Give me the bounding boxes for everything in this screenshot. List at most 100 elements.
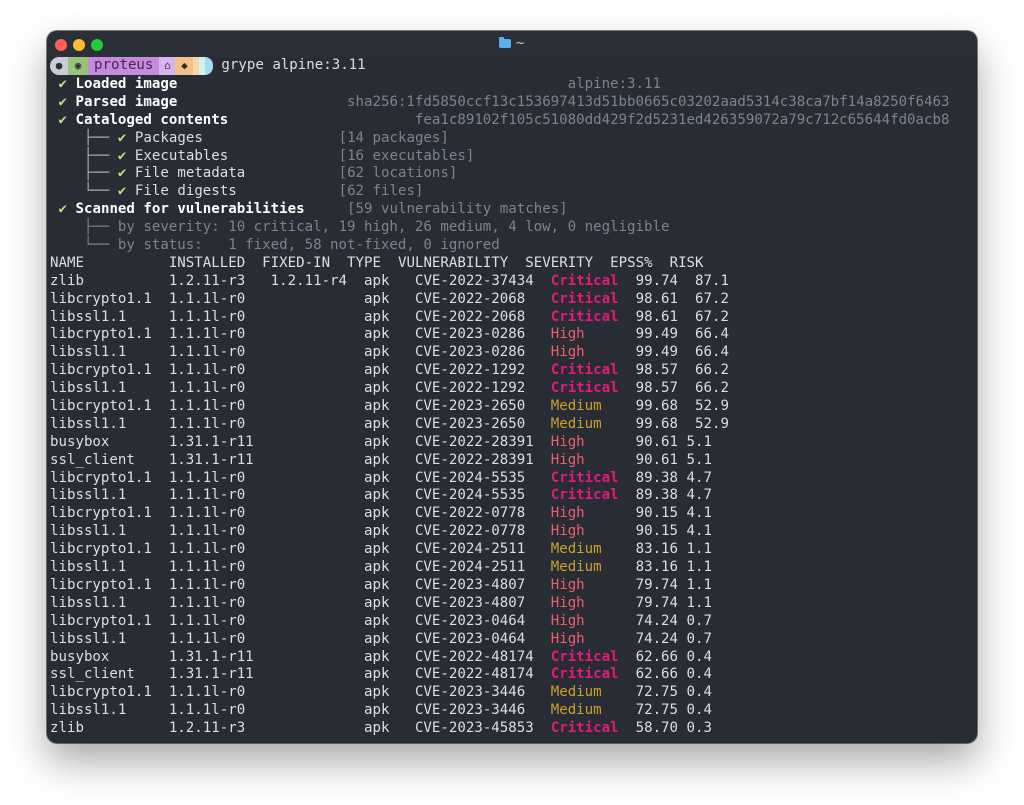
cell-risk-score: 4.7 <box>686 487 712 504</box>
table-row: libssl1.1 1.1.1l-r0 apk CVE-2022-0778 Hi… <box>50 523 974 541</box>
cell-package-type: apk <box>364 594 390 611</box>
cell-installed-version: 1.1.1l-r0 <box>168 594 246 611</box>
cell-severity: Critical <box>550 380 619 397</box>
home-icon: ⌂ <box>159 57 176 75</box>
window-title: ~ <box>47 36 977 50</box>
title-bar: ~ <box>47 31 977 57</box>
cell-risk-score: 67.2 <box>695 290 729 307</box>
cell-severity: Medium <box>550 559 602 576</box>
cell-vulnerability-id: CVE-2023-4807 <box>414 576 526 593</box>
cell-package-name: libcrypto1.1 <box>50 541 152 558</box>
cell-vulnerability-id: CVE-2022-2068 <box>414 308 526 325</box>
cell-epss-score: 90.15 <box>635 523 679 540</box>
table-header: NAME INSTALLED FIXED-IN TYPE VULNERABILI… <box>50 254 704 271</box>
cell-package-type: apk <box>364 451 390 468</box>
cell-package-type: apk <box>364 523 390 540</box>
cell-epss-score: 74.24 <box>635 630 679 647</box>
cell-package-type: apk <box>364 344 390 361</box>
cell-package-type: apk <box>364 630 390 647</box>
cell-package-name: busybox <box>50 433 110 450</box>
cell-installed-version: 1.31.1-r11 <box>168 666 254 683</box>
cell-package-name: libssl1.1 <box>50 487 127 504</box>
cell-installed-version: 1.1.1l-r0 <box>168 559 246 576</box>
table-row: libssl1.1 1.1.1l-r0 apk CVE-2022-1292 Cr… <box>50 380 974 398</box>
cell-package-type: apk <box>364 720 390 737</box>
table-row: libcrypto1.1 1.1.1l-r0 apk CVE-2022-1292… <box>50 362 974 380</box>
cell-risk-score: 1.1 <box>686 594 712 611</box>
cell-package-name: busybox <box>50 648 110 665</box>
status-sub-executables: ├── ✔ Executables [16 executables] <box>83 147 475 164</box>
cell-severity: Critical <box>550 469 619 486</box>
cell-installed-version: 1.1.1l-r0 <box>168 290 246 307</box>
cell-vulnerability-id: CVE-2023-3446 <box>414 684 526 701</box>
cell-vulnerability-id: CVE-2024-2511 <box>414 559 526 576</box>
cell-epss-score: 89.38 <box>635 487 679 504</box>
cell-severity: Critical <box>550 720 619 737</box>
cell-installed-version: 1.31.1-r11 <box>168 451 254 468</box>
cell-epss-score: 90.61 <box>635 433 679 450</box>
cell-package-name: libcrypto1.1 <box>50 290 152 307</box>
table-row: libcrypto1.1 1.1.1l-r0 apk CVE-2023-4807… <box>50 577 974 595</box>
cell-risk-score: 66.4 <box>695 344 729 361</box>
table-row: libcrypto1.1 1.1.1l-r0 apk CVE-2023-3446… <box>50 684 974 702</box>
cell-vulnerability-id: CVE-2022-0778 <box>414 505 526 522</box>
cell-installed-version: 1.1.1l-r0 <box>168 469 246 486</box>
cell-risk-score: 4.1 <box>686 505 712 522</box>
cell-epss-score: 79.74 <box>635 594 679 611</box>
cell-severity: High <box>550 433 585 450</box>
cell-installed-version: 1.1.1l-r0 <box>168 308 246 325</box>
cell-risk-score: 0.7 <box>686 612 712 629</box>
cell-installed-version: 1.1.1l-r0 <box>168 326 246 343</box>
cell-package-type: apk <box>364 559 390 576</box>
apple-icon: ● <box>50 57 68 75</box>
cell-package-name: libcrypto1.1 <box>50 684 152 701</box>
cell-vulnerability-id: CVE-2024-2511 <box>414 541 526 558</box>
cell-epss-score: 99.49 <box>635 326 679 343</box>
cell-installed-version: 1.1.1l-r0 <box>168 541 246 558</box>
cell-package-type: apk <box>364 469 390 486</box>
cell-installed-version: 1.1.1l-r0 <box>168 380 246 397</box>
cell-risk-score: 5.1 <box>686 433 712 450</box>
table-row: libcrypto1.1 1.1.1l-r0 apk CVE-2023-2650… <box>50 398 974 416</box>
cell-vulnerability-id: CVE-2022-28391 <box>414 433 534 450</box>
cell-risk-score: 0.3 <box>686 720 712 737</box>
cell-package-type: apk <box>364 648 390 665</box>
cell-risk-score: 66.4 <box>695 326 729 343</box>
cell-package-name: libssl1.1 <box>50 344 127 361</box>
table-row: libssl1.1 1.1.1l-r0 apk CVE-2023-3446 Me… <box>50 702 974 720</box>
cell-installed-version: 1.1.1l-r0 <box>168 415 246 432</box>
cell-risk-score: 0.4 <box>686 702 712 719</box>
cell-package-type: apk <box>364 290 390 307</box>
table-row: libcrypto1.1 1.1.1l-r0 apk CVE-2024-2511… <box>50 541 974 559</box>
cell-vulnerability-id: CVE-2022-2068 <box>414 290 526 307</box>
table-row: libssl1.1 1.1.1l-r0 apk CVE-2022-2068 Cr… <box>50 309 974 327</box>
git-icon: ◆ <box>175 57 194 75</box>
cell-risk-score: 66.2 <box>695 380 729 397</box>
cell-vulnerability-id: CVE-2022-37434 <box>414 272 534 289</box>
cell-vulnerability-id: CVE-2022-48174 <box>414 648 534 665</box>
cell-epss-score: 83.16 <box>635 541 679 558</box>
cell-package-type: apk <box>364 308 390 325</box>
table-row: libcrypto1.1 1.1.1l-r0 apk CVE-2023-0464… <box>50 613 974 631</box>
cell-fixed-in-version: 1.2.11-r4 <box>270 272 348 289</box>
table-row: libssl1.1 1.1.1l-r0 apk CVE-2023-0286 Hi… <box>50 344 974 362</box>
cell-severity: Critical <box>550 666 619 683</box>
cell-epss-score: 79.74 <box>635 576 679 593</box>
cell-risk-score: 52.9 <box>695 398 729 415</box>
cell-installed-version: 1.1.1l-r0 <box>168 576 246 593</box>
table-row: busybox 1.31.1-r11 apk CVE-2022-48174 Cr… <box>50 649 974 667</box>
check-icon: ✔ <box>58 76 68 92</box>
cell-risk-score: 5.1 <box>686 451 712 468</box>
branch-icon: ◉ <box>68 57 88 75</box>
prompt-host: proteus <box>88 57 160 75</box>
cell-vulnerability-id: CVE-2023-0286 <box>414 344 526 361</box>
cell-package-type: apk <box>364 576 390 593</box>
cell-risk-score: 87.1 <box>695 272 729 289</box>
cell-package-name: libcrypto1.1 <box>50 362 152 379</box>
terminal-window[interactable]: ~ ● ◉ proteus ⌂ ◆ grype alpine:3.11 ✔ Loaded… <box>47 31 977 743</box>
cell-vulnerability-id: CVE-2023-0286 <box>414 326 526 343</box>
table-row: ssl_client 1.31.1-r11 apk CVE-2022-48174… <box>50 666 974 684</box>
terminal-content[interactable]: ● ◉ proteus ⌂ ◆ grype alpine:3.11 ✔ Loaded i… <box>47 57 977 738</box>
check-icon: ✔ <box>117 129 127 146</box>
cell-package-type: apk <box>364 684 390 701</box>
